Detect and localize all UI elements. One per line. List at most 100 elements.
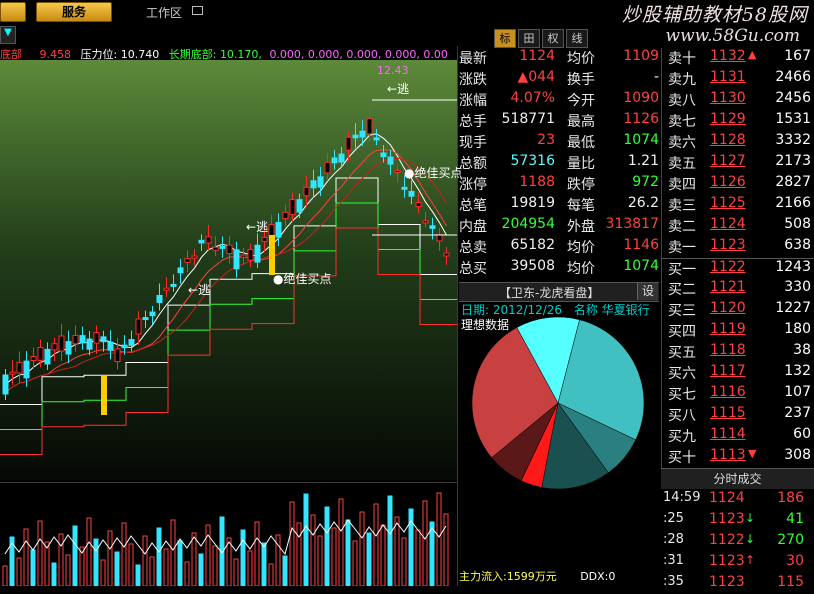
candle-body[interactable]: [422, 220, 429, 224]
ask-row[interactable]: 卖七 1129 1531: [662, 111, 814, 132]
book-price[interactable]: 1125: [710, 195, 746, 211]
bid-row[interactable]: 买九 1114 60: [662, 426, 814, 447]
bid-row[interactable]: 买十 1113 ▼ 308: [662, 447, 814, 468]
candle-body[interactable]: [394, 169, 401, 173]
candle-body[interactable]: [359, 130, 366, 138]
candle-body[interactable]: [331, 157, 338, 164]
bid-row[interactable]: 买三 1120 1227: [662, 300, 814, 321]
candle-body[interactable]: [324, 161, 331, 174]
candle-body[interactable]: [415, 202, 422, 208]
bid-row[interactable]: 买五 1118 38: [662, 342, 814, 363]
service-button[interactable]: 服务: [36, 2, 112, 22]
candle-body[interactable]: [107, 341, 114, 351]
candle-body[interactable]: [149, 311, 156, 317]
tab-grid[interactable]: 田: [518, 29, 540, 48]
candle-body[interactable]: [44, 348, 51, 365]
ask-row[interactable]: 卖四 1126 2827: [662, 174, 814, 195]
candle-body[interactable]: [163, 287, 170, 291]
book-price[interactable]: 1120: [710, 300, 746, 316]
candle-body[interactable]: [373, 137, 380, 141]
candle-body[interactable]: [114, 348, 121, 363]
ask-row[interactable]: 卖三 1125 2166: [662, 195, 814, 216]
candlestick-chart[interactable]: [0, 60, 457, 480]
workarea-tab[interactable]: 工作区: [146, 4, 182, 21]
book-price[interactable]: 1127: [710, 153, 746, 169]
candle-body[interactable]: [37, 346, 44, 361]
candle-body[interactable]: [380, 152, 387, 158]
candle-body[interactable]: [233, 249, 240, 270]
candle-body[interactable]: [296, 199, 303, 213]
candle-body[interactable]: [289, 199, 296, 216]
candle-body[interactable]: [184, 257, 191, 263]
ask-row[interactable]: 卖一 1123 638: [662, 237, 814, 258]
candle-body[interactable]: [51, 343, 58, 351]
candle-body[interactable]: [261, 236, 268, 242]
candle-body[interactable]: [212, 246, 219, 251]
candle-body[interactable]: [240, 254, 247, 258]
candle-body[interactable]: [142, 317, 149, 321]
candle-body[interactable]: [401, 186, 408, 190]
book-price[interactable]: 1119: [710, 321, 746, 337]
candle-body[interactable]: [23, 360, 30, 379]
ask-row[interactable]: 卖八 1130 2456: [662, 90, 814, 111]
candle-body[interactable]: [275, 221, 282, 238]
book-price[interactable]: 1130: [710, 90, 746, 106]
book-price[interactable]: 1124: [710, 216, 746, 232]
bid-row[interactable]: 买一 1122 1243: [662, 258, 814, 280]
settings-button[interactable]: 设: [637, 283, 658, 300]
candle-body[interactable]: [170, 283, 177, 287]
book-price[interactable]: 1129: [710, 111, 746, 127]
bid-row[interactable]: 买六 1117 132: [662, 363, 814, 384]
candle-body[interactable]: [2, 374, 9, 395]
bid-row[interactable]: 买四 1119 180: [662, 321, 814, 342]
book-price[interactable]: 1117: [710, 363, 746, 379]
book-price[interactable]: 1122: [710, 259, 746, 275]
candle-body[interactable]: [205, 236, 212, 244]
tab-rights[interactable]: 权: [542, 29, 564, 48]
candle-body[interactable]: [72, 334, 79, 345]
candle-body[interactable]: [135, 318, 142, 335]
candle-body[interactable]: [219, 245, 226, 249]
tab-line[interactable]: 线: [566, 29, 588, 48]
ask-row[interactable]: 卖二 1124 508: [662, 216, 814, 237]
bid-row[interactable]: 买七 1116 107: [662, 384, 814, 405]
ask-row[interactable]: 卖十 1132 ▲ 167: [662, 48, 814, 69]
book-price[interactable]: 1128: [710, 132, 746, 148]
candle-body[interactable]: [191, 255, 198, 259]
candle-body[interactable]: [366, 118, 373, 135]
candle-body[interactable]: [443, 252, 450, 257]
candle-body[interactable]: [177, 267, 184, 274]
dropdown-arrow-icon[interactable]: ▼: [0, 26, 16, 44]
candle-body[interactable]: [303, 186, 310, 197]
book-price[interactable]: 1116: [710, 384, 746, 400]
book-price[interactable]: 1123: [710, 237, 746, 253]
candle-body[interactable]: [121, 344, 128, 349]
candle-body[interactable]: [226, 244, 233, 255]
candle-body[interactable]: [128, 339, 135, 346]
book-price[interactable]: 1121: [710, 279, 746, 295]
book-price[interactable]: 1118: [710, 342, 746, 358]
candle-body[interactable]: [58, 335, 65, 352]
candle-body[interactable]: [338, 153, 345, 163]
candle-body[interactable]: [16, 361, 23, 374]
bid-row[interactable]: 买二 1121 330: [662, 279, 814, 300]
ask-row[interactable]: 卖九 1131 2466: [662, 69, 814, 90]
candle-body[interactable]: [317, 176, 324, 188]
tab-mark[interactable]: 标: [494, 29, 516, 48]
candle-body[interactable]: [156, 294, 163, 303]
book-price[interactable]: 1115: [710, 405, 746, 421]
book-price[interactable]: 1114: [710, 426, 746, 442]
bid-row[interactable]: 买八 1115 237: [662, 405, 814, 426]
candle-body[interactable]: [30, 356, 37, 362]
tick-header[interactable]: 分时成交: [661, 468, 814, 489]
candle-body[interactable]: [65, 341, 72, 355]
candle-body[interactable]: [310, 180, 317, 189]
candle-body[interactable]: [408, 190, 415, 197]
volume-chart[interactable]: [0, 484, 457, 586]
book-price[interactable]: 1131: [710, 69, 746, 85]
candle-body[interactable]: [93, 332, 100, 344]
candle-body[interactable]: [436, 234, 443, 242]
candle-body[interactable]: [79, 335, 86, 344]
candle-body[interactable]: [198, 239, 205, 244]
candle-body[interactable]: [282, 211, 289, 220]
